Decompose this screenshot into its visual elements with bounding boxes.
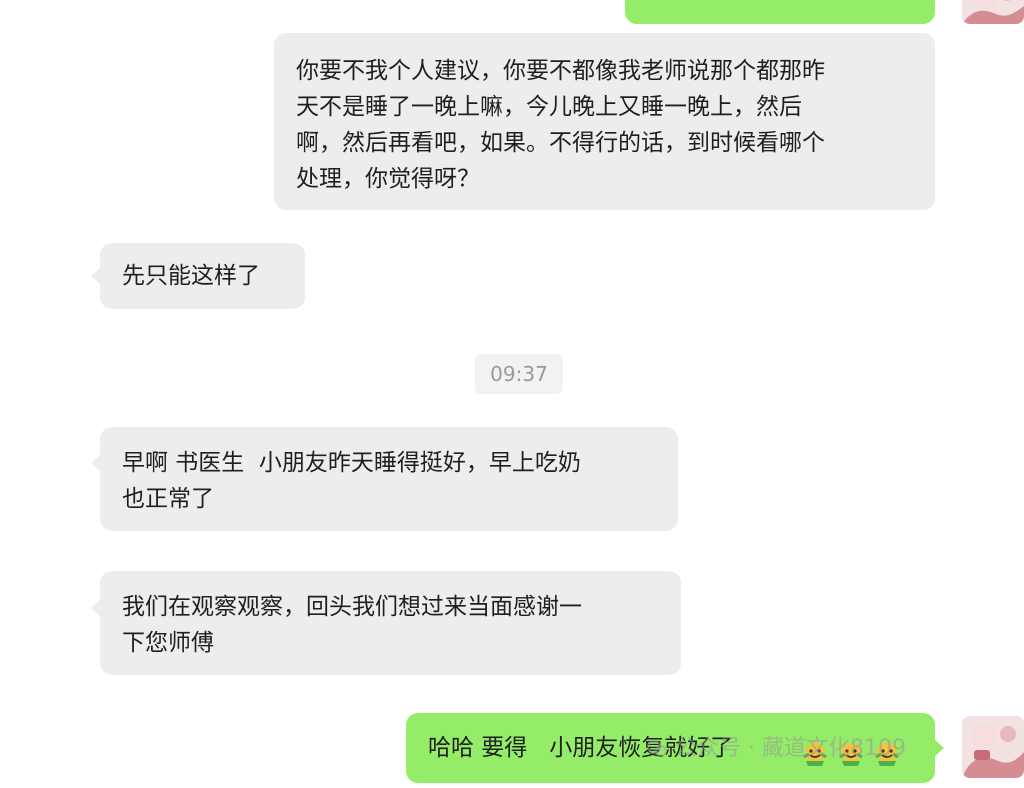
message-text: ? <box>830 0 842 8</box>
message-text-line-2: 也正常了 <box>122 486 214 512</box>
message-text-line-3: 啊，然后再看吧，如果。不得行的话，到时候看哪个 <box>296 130 825 156</box>
message-text: 哈哈 要得 小朋友恢复就好了 <box>428 735 734 761</box>
message-bubble-incoming-only-this[interactable]: 先只能这样了 <box>100 243 305 309</box>
message-text-line-2: 天不是睡了一晚上嘛，今儿晚上又睡一晚上，然后 <box>296 94 802 120</box>
bubble-tail <box>91 600 100 616</box>
message-bubble-outgoing-top[interactable]: ? <box>625 0 935 24</box>
message-text-line-1: 你要不我个人建议，你要不都像我老师说那个都那昨 <box>296 58 825 84</box>
message-bubble-outgoing-suggestion[interactable]: 你要不我个人建议，你要不都像我老师说那个都那昨 天不是睡了一晚上嘛，今儿晚上又睡… <box>274 33 935 210</box>
message-text-line-1: 早啊 书医生 小朋友昨天睡得挺好，早上吃奶 <box>122 450 581 476</box>
celebrate-emoji-icon <box>839 743 863 766</box>
emoji-group <box>800 737 902 767</box>
message-text-line-4: 处理，你觉得呀？ <box>296 166 480 192</box>
bubble-tail <box>935 740 944 756</box>
message-text: 先只能这样了 <box>122 263 260 289</box>
message-text-line-1: 我们在观察观察，回头我们想过来当面感谢一 <box>122 594 582 620</box>
avatar-self-top[interactable] <box>962 0 1024 24</box>
bubble-tail <box>91 455 100 471</box>
message-bubble-incoming-thanks[interactable]: 我们在观察观察，回头我们想过来当面感谢一 下您师傅 <box>100 571 681 675</box>
celebrate-emoji-icon <box>803 743 827 766</box>
avatar-self-bottom[interactable] <box>962 716 1024 778</box>
timestamp: 09:37 <box>475 354 563 394</box>
message-bubble-incoming-morning[interactable]: 早啊 书医生 小朋友昨天睡得挺好，早上吃奶 也正常了 <box>100 427 678 531</box>
chat-area: ? 你要不我个人建议，你要不都像我老师说那个都那昨 天不是睡了一晚上嘛，今儿晚上… <box>0 0 1024 788</box>
bubble-tail <box>91 268 100 284</box>
message-text-line-2: 下您师傅 <box>122 630 214 656</box>
celebrate-emoji-icon <box>875 743 899 766</box>
